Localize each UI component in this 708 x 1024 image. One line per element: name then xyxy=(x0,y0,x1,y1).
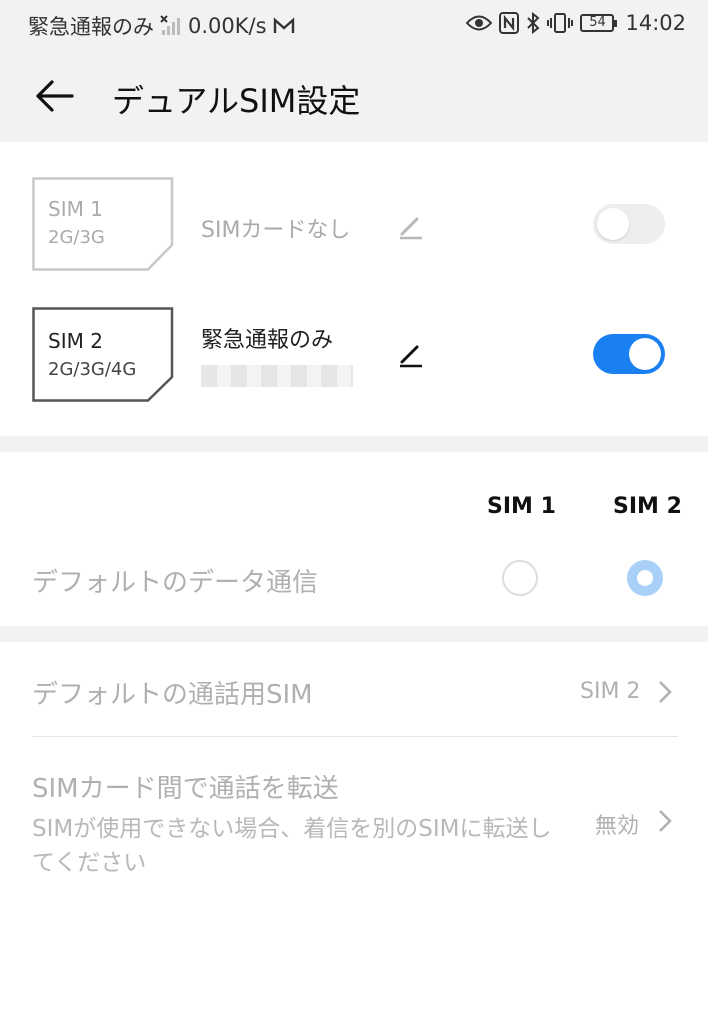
sim2-edit-pencil-icon[interactable] xyxy=(396,340,426,370)
bluetooth-icon xyxy=(527,12,540,34)
col-header-sim2: SIM 2 xyxy=(613,494,682,519)
sim1-card-networks: 2G/3G xyxy=(48,227,105,248)
eye-icon xyxy=(466,15,493,31)
sim1-toggle[interactable] xyxy=(593,204,665,244)
vibrate-icon xyxy=(547,13,574,33)
no-signal-icon xyxy=(160,15,180,35)
nfc-icon xyxy=(499,12,520,34)
status-left: 緊急通報のみ 0.00K/s xyxy=(28,11,295,41)
back-arrow-icon[interactable] xyxy=(32,74,76,118)
network-speed: 0.00K/s xyxy=(188,14,267,38)
chevron-right-icon[interactable] xyxy=(657,808,673,834)
default-data-radio-sim2[interactable] xyxy=(627,560,663,596)
status-bar: 緊急通報のみ 0.00K/s 54 14:02 xyxy=(0,0,708,48)
radio-dot xyxy=(637,570,653,586)
default-data-label: デフォルトのデータ通信 xyxy=(32,568,319,598)
mail-icon xyxy=(273,17,294,33)
chevron-right-icon[interactable] xyxy=(657,679,673,705)
sim2-card-label: SIM 2 xyxy=(48,329,103,353)
clock: 14:02 xyxy=(625,11,686,35)
default-call-sim-value[interactable]: SIM 2 xyxy=(580,679,640,704)
status-right: 54 14:02 xyxy=(466,11,686,35)
sim2-toggle[interactable] xyxy=(593,334,665,374)
battery-icon: 54 xyxy=(580,14,618,32)
sim-card-icon xyxy=(32,177,174,271)
carrier-text: 緊急通報のみ xyxy=(28,15,154,39)
sim-card-icon xyxy=(32,307,174,402)
default-call-sim-label[interactable]: デフォルトの通話用SIM xyxy=(32,674,313,711)
sim2-number-redacted xyxy=(201,365,353,387)
sim2-card-networks: 2G/3G/4G xyxy=(48,359,137,380)
default-data-panel: SIM 1 SIM 2 デフォルトのデータ通信 xyxy=(0,452,708,626)
app-bar: デュアルSIM設定 xyxy=(0,48,708,142)
sim1-card-label: SIM 1 xyxy=(48,197,103,221)
sim1-edit-pencil-icon[interactable] xyxy=(396,212,426,242)
sim1-card: SIM 1 2G/3G xyxy=(32,177,174,271)
sim2-name: 緊急通報のみ xyxy=(201,328,334,353)
col-header-sim1: SIM 1 xyxy=(487,494,556,519)
toggle-knob xyxy=(597,208,629,240)
call-forward-value[interactable]: 無効 xyxy=(595,808,639,840)
sim1-name: SIMカードなし xyxy=(201,218,351,243)
page-title: デュアルSIM設定 xyxy=(112,82,361,120)
default-data-radio-sim1[interactable] xyxy=(502,560,538,596)
sim-panel: SIM 1 2G/3G SIMカードなし SIM 2 2G/3G/4G 緊急通報… xyxy=(0,142,708,436)
call-forward-label[interactable]: SIMカード間で通話を転送 xyxy=(32,768,339,805)
row-divider xyxy=(32,736,678,737)
toggle-knob xyxy=(629,338,661,370)
call-forward-description: SIMが使用できない場合、着信を別のSIMに転送してください xyxy=(32,816,552,876)
sim2-card: SIM 2 2G/3G/4G xyxy=(32,307,174,402)
